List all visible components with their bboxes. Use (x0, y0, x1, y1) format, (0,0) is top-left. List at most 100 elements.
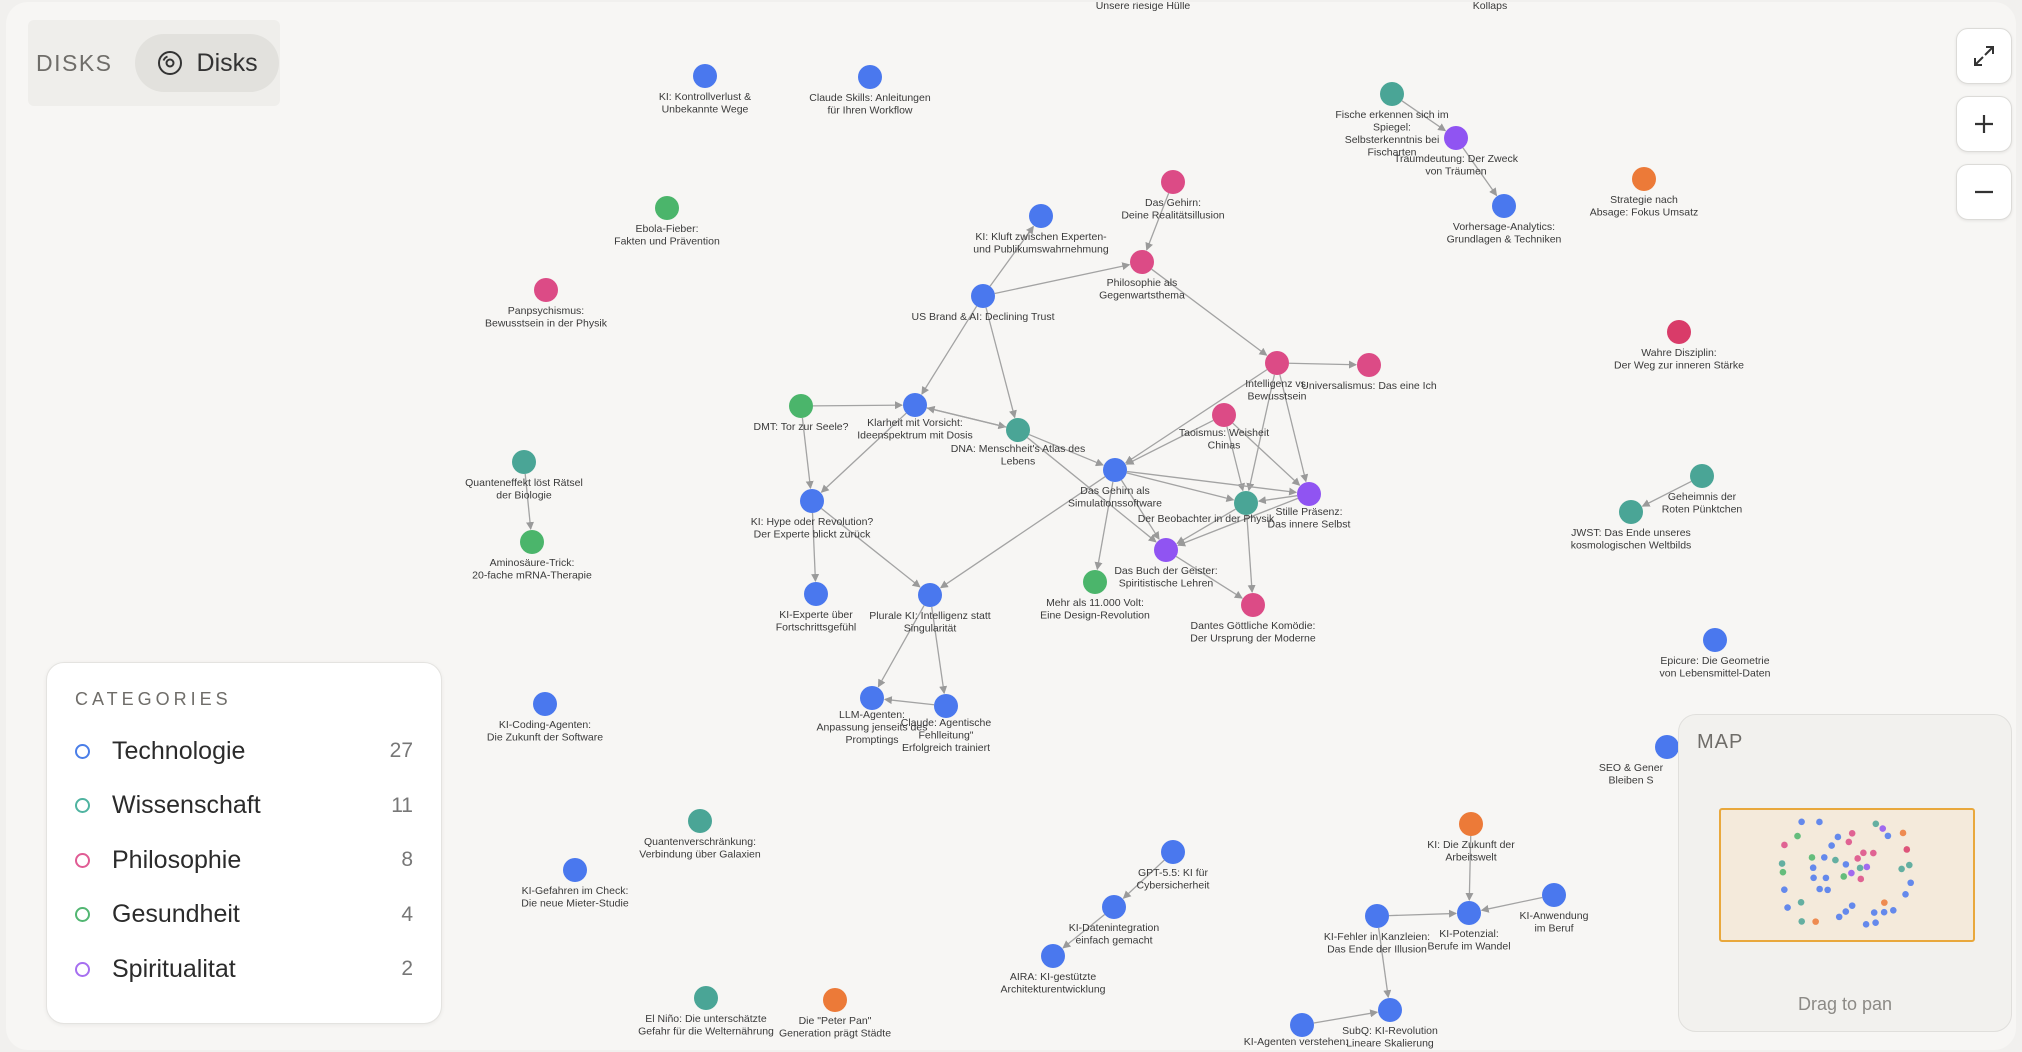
graph-node-buch-geister[interactable]: Das Buch der Geister:Spiritistische Lehr… (1114, 538, 1218, 590)
graph-node-anwendung[interactable]: KI-Anwendungim Beruf (1520, 883, 1589, 935)
graph-node-us-brand[interactable]: US Brand & AI: Declining Trust (912, 284, 1055, 323)
graph-node-dot[interactable] (1290, 1013, 1314, 1037)
graph-node-dot[interactable] (860, 686, 884, 710)
graph-node-agenten-verstehen[interactable]: KI-Agenten verstehen: (1244, 1013, 1348, 1048)
graph-node-dot[interactable] (1103, 458, 1127, 482)
graph-node-aira[interactable]: AIRA: KI-gestützteArchitekturentwicklung (1000, 944, 1106, 996)
graph-node-dot[interactable] (1297, 482, 1321, 506)
graph-node-dot[interactable] (520, 530, 544, 554)
graph-node-kluft[interactable]: KI: Kluft zwischen Experten-und Publikum… (973, 204, 1109, 256)
graph-node-claude-skills[interactable]: Claude Skills: Anleitungenfür Ihren Work… (809, 65, 931, 117)
graph-node-dot[interactable] (1234, 491, 1258, 515)
graph-node-dot[interactable] (903, 393, 927, 417)
graph-node-stille[interactable]: Stille Präsenz:Das innere Selbst (1268, 482, 1351, 531)
graph-node-dot[interactable] (1102, 895, 1126, 919)
graph-node-dot[interactable] (1357, 353, 1381, 377)
graph-node-dot[interactable] (804, 582, 828, 606)
graph-node-dot[interactable] (934, 694, 958, 718)
graph-node-dot[interactable] (918, 583, 942, 607)
graph-node-dot[interactable] (688, 809, 712, 833)
graph-node-dot[interactable] (1459, 812, 1483, 836)
graph-node-dmt[interactable]: DMT: Tor zur Seele? (754, 394, 849, 433)
graph-node-dante[interactable]: Dantes Göttliche Komödie:Der Ursprung de… (1190, 593, 1316, 645)
graph-node-peterpan[interactable]: Die "Peter Pan"Generation prägt Städte (779, 988, 891, 1040)
graph-node-fische[interactable]: Fische erkennen sich imSpiegel:Selbsterk… (1335, 82, 1449, 159)
graph-node-dot[interactable] (1161, 170, 1185, 194)
graph-node-fortschritt[interactable]: KI-Experte überFortschrittsgefühl (776, 582, 857, 634)
graph-node-potenzial[interactable]: KI-Potenzial:Berufe im Wandel (1427, 901, 1511, 953)
graph-node-dot[interactable] (1690, 464, 1714, 488)
graph-node-plurale[interactable]: Plurale KI: Intelligenz stattSingularitä… (869, 583, 991, 635)
graph-node-dot[interactable] (858, 65, 882, 89)
graph-node-dot[interactable] (512, 450, 536, 474)
graph-node-gpt55[interactable]: GPT-5.5: KI fürCybersicherheit (1137, 840, 1210, 892)
graph-node-vorhersage[interactable]: Vorhersage-Analytics:Grundlagen & Techni… (1447, 194, 1562, 246)
category-spiritualitat[interactable]: Spiritualitat 2 (75, 942, 413, 997)
graph-node-dot[interactable] (693, 64, 717, 88)
graph-node-quantenverschraenkung[interactable]: Quantenverschränkung:Verbindung über Gal… (639, 809, 761, 861)
graph-node-dot[interactable] (1492, 194, 1516, 218)
graph-node-seo[interactable]: SEO & GenerBleiben S (1599, 735, 1679, 787)
graph-node-gefahren[interactable]: KI-Gefahren im Check:Die neue Mieter-Stu… (521, 858, 629, 910)
graph-node-gehirn-sim[interactable]: Das Gehirn alsSimulationssoftware (1068, 458, 1162, 510)
zoom-out-button[interactable] (1956, 164, 2012, 220)
graph-node-dot[interactable] (655, 196, 679, 220)
graph-node-dot[interactable] (1083, 570, 1107, 594)
graph-node-epicure[interactable]: Epicure: Die Geometrievon Lebensmittel-D… (1660, 628, 1771, 680)
graph-node-dot[interactable] (789, 394, 813, 418)
graph-node-elnino[interactable]: El Niño: Die unterschätzteGefahr für die… (638, 986, 774, 1038)
graph-node-dot[interactable] (1655, 735, 1679, 759)
graph-node-top-huelle[interactable]: Unsere riesige Hülle (1096, 2, 1191, 12)
graph-node-dot[interactable] (971, 284, 995, 308)
graph-node-dot[interactable] (1632, 167, 1656, 191)
graph-node-ebola[interactable]: Ebola-Fieber:Fakten und Prävention (614, 196, 720, 248)
graph-node-strategie[interactable]: Strategie nachAbsage: Fokus Umsatz (1590, 167, 1699, 219)
category-wissenschaft[interactable]: Wissenschaft 11 (75, 779, 413, 834)
graph-node-llm-agenten[interactable]: LLM-Agenten:Anpassung jenseits desPrompt… (817, 686, 928, 746)
graph-node-dot[interactable] (1703, 628, 1727, 652)
category-philosophie[interactable]: Philosophie 8 (75, 833, 413, 888)
graph-node-dot[interactable] (1457, 901, 1481, 925)
graph-node-philo-gegenwart[interactable]: Philosophie alsGegenwartsthema (1099, 250, 1185, 302)
category-technologie[interactable]: Technologie 27 (75, 724, 413, 779)
graph-node-dot[interactable] (1380, 82, 1404, 106)
category-gesundheit[interactable]: Gesundheit 4 (75, 888, 413, 943)
graph-node-dot[interactable] (1130, 250, 1154, 274)
graph-node-gehirn-illusion[interactable]: Das Gehirn:Deine Realitätsillusion (1121, 170, 1225, 222)
graph-node-dot[interactable] (1378, 998, 1402, 1022)
graph-node-dot[interactable] (1365, 904, 1389, 928)
graph-node-coding-agenten[interactable]: KI-Coding-Agenten:Die Zukunft der Softwa… (487, 692, 603, 744)
graph-node-dot[interactable] (1006, 418, 1030, 442)
zoom-in-button[interactable] (1956, 96, 2012, 152)
graph-node-dot[interactable] (1619, 500, 1643, 524)
graph-node-panpsychismus[interactable]: Panpsychismus:Bewusstsein in der Physik (485, 278, 608, 330)
graph-node-dot[interactable] (694, 986, 718, 1010)
graph-node-subq[interactable]: SubQ: KI-RevolutionLineare Skalierung (1342, 998, 1438, 1050)
graph-node-dot[interactable] (1029, 204, 1053, 228)
graph-node-klarheit[interactable]: Klarheit mit Vorsicht:Ideenspektrum mit … (857, 393, 973, 442)
graph-node-dot[interactable] (1154, 538, 1178, 562)
graph-node-kontrollverlust[interactable]: KI: Kontrollverlust &Unbekannte Wege (659, 64, 751, 116)
graph-node-dot[interactable] (1241, 593, 1265, 617)
graph-node-dot[interactable] (563, 858, 587, 882)
graph-node-dot[interactable] (534, 278, 558, 302)
graph-node-dot[interactable] (800, 489, 824, 513)
graph-node-dot[interactable] (1444, 126, 1468, 150)
graph-node-dot[interactable] (1041, 944, 1065, 968)
graph-node-dot[interactable] (1265, 351, 1289, 375)
graph-node-dot[interactable] (823, 988, 847, 1012)
graph-node-kanzleien[interactable]: KI-Fehler in Kanzleien:Das Ende der Illu… (1324, 904, 1430, 956)
minimap-panel[interactable]: MAP Drag to pan (1678, 714, 2012, 1032)
graph-node-quanteneffekt[interactable]: Quanteneffekt löst Rätselder Biologie (465, 450, 583, 502)
graph-node-intelligenz[interactable]: Intelligenz vs.Bewusstsein (1245, 351, 1309, 403)
graph-node-dot[interactable] (533, 692, 557, 716)
fullscreen-button[interactable] (1956, 28, 2012, 84)
graph-node-dna[interactable]: DNA: Menschheit's Atlas desLebens (951, 418, 1085, 468)
graph-node-dot[interactable] (1667, 320, 1691, 344)
disks-view-button[interactable]: Disks (134, 34, 279, 92)
graph-node-disziplin[interactable]: Wahre Disziplin:Der Weg zur inneren Stär… (1614, 320, 1744, 372)
graph-node-dot[interactable] (1212, 403, 1236, 427)
graph-node-universalismus[interactable]: Universalismus: Das eine Ich (1301, 353, 1437, 392)
graph-node-aminosaeure[interactable]: Aminosäure-Trick:20-fache mRNA-Therapie (472, 530, 592, 582)
graph-node-top-kollaps[interactable]: Kollaps (1473, 2, 1507, 12)
